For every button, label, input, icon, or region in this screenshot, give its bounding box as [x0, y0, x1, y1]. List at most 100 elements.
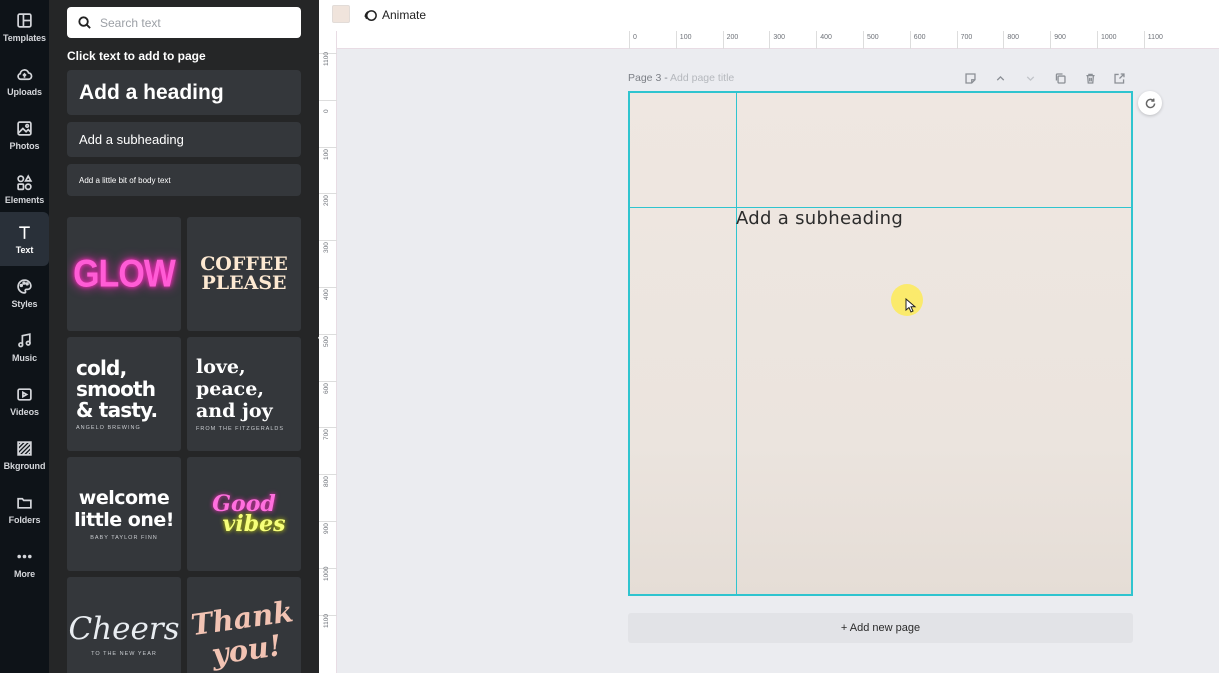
ruler-tick-label: 400: [323, 289, 330, 300]
add-subheading-button[interactable]: Add a subheading: [67, 122, 301, 157]
ruler-tick: 0: [319, 99, 337, 113]
more-dots-icon: [17, 554, 32, 558]
ruler-tick: 100: [675, 31, 691, 49]
ruler-tick: 100: [319, 146, 337, 160]
ruler-tick: 700: [319, 427, 337, 440]
add-body-text-button[interactable]: Add a little bit of body text: [67, 164, 301, 196]
template-line: little one!: [74, 509, 174, 531]
ruler-tick: 1000: [319, 566, 337, 581]
rail-label: Templates: [3, 32, 46, 43]
text-template-cheers[interactable]: Cheers TO THE NEW YEAR: [67, 577, 181, 673]
template-line: smooth: [76, 376, 156, 401]
rail-item-text[interactable]: Text: [0, 212, 49, 266]
page-notes-button[interactable]: [962, 70, 978, 86]
ruler-tick: 200: [319, 193, 337, 206]
ruler-tick-label: 600: [913, 34, 926, 41]
ruler-tick-label: 500: [867, 34, 879, 41]
text-template-good-vibes[interactable]: Good vibes: [187, 457, 301, 571]
ruler-tick-label: 1000: [323, 566, 330, 581]
refresh-button[interactable]: [1138, 91, 1162, 115]
animate-icon: [364, 9, 377, 21]
ruler-tick: 300: [319, 240, 337, 253]
ruler-tick-label: 900: [1054, 34, 1066, 41]
design-canvas[interactable]: Add a subheading: [628, 91, 1133, 596]
ruler-tick-label: 0: [323, 109, 330, 113]
rail-label: Videos: [10, 406, 39, 417]
ruler-tick-label: 1100: [323, 52, 330, 66]
rail-item-photos[interactable]: Photos: [0, 108, 49, 162]
template-line: PLEASE: [201, 272, 287, 294]
page-number-label: Page 3 -: [628, 72, 671, 84]
ruler-tick-label: 1000: [1101, 34, 1117, 41]
rail-label: Photos: [9, 140, 40, 151]
animate-button[interactable]: Animate: [363, 5, 426, 25]
move-page-up-button[interactable]: [992, 70, 1008, 86]
rail-item-background[interactable]: Bkground: [0, 428, 49, 482]
rail-label: Uploads: [7, 86, 42, 97]
ruler-tick-label: 100: [323, 148, 330, 160]
rail-item-folders[interactable]: Folders: [0, 482, 49, 536]
ruler-tick: 0: [629, 31, 637, 49]
editor-toolbar: Animate: [319, 0, 1219, 31]
ruler-tick-label: 900: [323, 523, 330, 534]
page-header: Page 3 - Add page title: [628, 72, 734, 84]
template-text: welcome little one!: [74, 487, 174, 531]
duplicate-icon: [1055, 72, 1066, 84]
ruler-tick: 500: [319, 333, 337, 347]
rail-label: More: [13, 568, 36, 579]
rail-item-elements[interactable]: Elements: [0, 162, 49, 216]
search-input[interactable]: [100, 15, 290, 30]
ruler-tick-label: 800: [1007, 34, 1020, 41]
template-text: Cheers: [68, 611, 180, 647]
template-line: peace,: [196, 378, 264, 400]
ruler-tick: 400: [816, 31, 832, 49]
text-template-glow[interactable]: GLOW: [67, 217, 181, 331]
ruler-tick-label: 1100: [323, 613, 330, 628]
palette-icon: [17, 278, 32, 294]
rail-item-styles[interactable]: Styles: [0, 266, 49, 320]
rail-item-templates[interactable]: Templates: [0, 0, 49, 54]
text-template-thank-you[interactable]: Thank you!: [187, 577, 301, 673]
ruler-tick-label: 700: [960, 34, 973, 41]
template-text: Thank you!: [189, 594, 300, 673]
text-template-cold-smooth-tasty[interactable]: cold, smooth & tasty. ANGELO BREWING: [67, 337, 181, 451]
add-heading-button[interactable]: Add a heading: [67, 70, 301, 115]
rail-item-music[interactable]: Music: [0, 320, 49, 374]
music-note-icon: [18, 332, 31, 347]
sticky-note-icon: [964, 72, 976, 84]
template-text: love, peace, and joy: [196, 356, 292, 422]
video-play-icon: [17, 387, 32, 401]
template-caption: ANGELO BREWING: [76, 424, 141, 431]
ruler-tick-label: 300: [323, 242, 330, 254]
ruler-tick: 900: [1050, 31, 1066, 49]
add-new-page-button[interactable]: + Add new page: [628, 613, 1133, 643]
animate-label: Animate: [382, 8, 427, 22]
page-title-input[interactable]: Add page title: [670, 72, 734, 84]
ruler-tick-label: 1100: [1147, 34, 1163, 41]
rail-item-uploads[interactable]: Uploads: [0, 54, 49, 108]
template-caption: BABY TAYLOR FINN: [90, 535, 158, 541]
duplicate-page-button[interactable]: [1052, 70, 1068, 86]
rail-item-videos[interactable]: Videos: [0, 374, 49, 428]
search-box[interactable]: [67, 7, 301, 38]
panel-title: Click text to add to page: [67, 49, 206, 63]
move-page-down-button[interactable]: [1022, 70, 1038, 86]
template-text: COFFEE PLEASE: [200, 255, 288, 293]
delete-page-button[interactable]: [1082, 70, 1098, 86]
ruler-tick-label: 800: [323, 476, 330, 488]
rail-item-more[interactable]: More: [0, 536, 49, 590]
text-panel: Click text to add to page Add a heading …: [49, 0, 319, 673]
folder-icon: [17, 497, 32, 509]
search-icon: [78, 16, 91, 29]
add-page-after-button[interactable]: [1111, 70, 1127, 86]
ruler-tick: 800: [319, 474, 337, 487]
canvas-subheading-text[interactable]: Add a subheading: [736, 208, 903, 229]
text-template-love-peace-joy[interactable]: love, peace, and joy FROM THE FITZGERALD…: [187, 337, 301, 451]
background-color-swatch[interactable]: [332, 5, 350, 23]
text-template-coffee-please[interactable]: COFFEE PLEASE: [187, 217, 301, 331]
horizontal-ruler: 0 100 200 300 400 500 600 700 800 900 1000 1100: [337, 31, 1219, 49]
ruler-tick-label: 400: [820, 34, 832, 41]
text-template-welcome-little-one[interactable]: welcome little one! BABY TAYLOR FINN: [67, 457, 181, 571]
ruler-tick: 1100: [319, 614, 337, 628]
rail-label: Music: [11, 352, 37, 363]
